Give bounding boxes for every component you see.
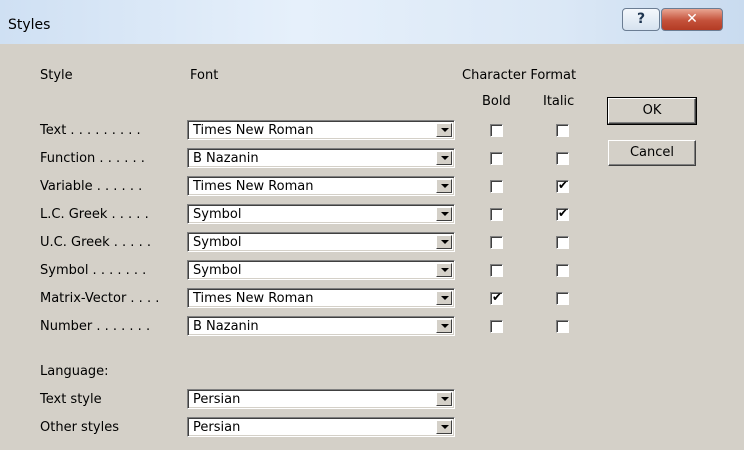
font-value: B Nazanin — [193, 151, 259, 166]
help-button[interactable]: ? — [622, 8, 660, 31]
dropdown-arrow-button[interactable] — [436, 207, 452, 221]
font-dropdown[interactable]: Times New Roman — [187, 288, 455, 308]
italic-checkbox[interactable] — [556, 292, 569, 305]
chevron-down-icon — [441, 268, 449, 272]
font-value: Times New Roman — [193, 291, 314, 306]
dropdown-arrow-button[interactable] — [436, 420, 452, 434]
font-dropdown[interactable]: Times New Roman — [187, 176, 455, 196]
italic-checkbox[interactable]: ✔ — [556, 178, 569, 193]
style-row-label: Number . . . . . . . — [40, 319, 151, 334]
character-format-header: Character Format — [462, 68, 577, 83]
bold-checkbox[interactable] — [490, 236, 503, 249]
italic-checkbox[interactable]: ✔ — [556, 206, 569, 221]
italic-checkbox[interactable] — [556, 124, 569, 137]
window-title: Styles — [8, 17, 51, 33]
dropdown-arrow-button[interactable] — [436, 235, 452, 249]
font-value: Times New Roman — [193, 123, 314, 138]
styles-dialog: Styles ? ✕ Style Font Character Format B… — [0, 0, 744, 450]
bold-checkbox[interactable] — [490, 152, 503, 165]
font-value: B Nazanin — [193, 319, 259, 334]
chevron-down-icon — [441, 212, 449, 216]
dropdown-arrow-button[interactable] — [436, 151, 452, 165]
style-row-label: Variable . . . . . . — [40, 179, 143, 194]
language-heading: Language: — [40, 364, 109, 379]
text-style-dropdown[interactable]: Persian — [187, 389, 455, 409]
chevron-down-icon — [441, 397, 449, 401]
italic-checkbox[interactable] — [556, 320, 569, 333]
font-value: Symbol — [193, 263, 242, 278]
chevron-down-icon — [441, 425, 449, 429]
style-row-label: Symbol . . . . . . . — [40, 263, 147, 278]
checkmark-icon: ✔ — [558, 178, 569, 192]
chevron-down-icon — [441, 156, 449, 160]
bold-checkbox[interactable] — [490, 320, 503, 333]
italic-column-header: Italic — [543, 94, 575, 109]
font-dropdown[interactable]: Symbol — [187, 260, 455, 280]
font-dropdown[interactable]: Times New Roman — [187, 120, 455, 140]
dropdown-arrow-button[interactable] — [436, 392, 452, 406]
style-row-label: U.C. Greek . . . . . — [40, 235, 151, 250]
font-value: Times New Roman — [193, 179, 314, 194]
other-styles-value: Persian — [193, 420, 241, 435]
font-dropdown[interactable]: Symbol — [187, 232, 455, 252]
style-row-label: Function . . . . . . — [40, 151, 145, 166]
style-row-label: Matrix-Vector . . . . — [40, 291, 160, 306]
dialog-body: Style Font Character Format Bold Italic … — [0, 44, 744, 450]
bold-column-header: Bold — [482, 94, 511, 109]
chevron-down-icon — [441, 184, 449, 188]
dropdown-arrow-button[interactable] — [436, 123, 452, 137]
dropdown-arrow-button[interactable] — [436, 179, 452, 193]
bold-checkbox[interactable] — [490, 208, 503, 221]
close-button[interactable]: ✕ — [661, 8, 723, 31]
other-styles-dropdown[interactable]: Persian — [187, 417, 455, 437]
other-styles-label: Other styles — [40, 420, 119, 435]
text-style-label: Text style — [40, 392, 102, 407]
italic-checkbox[interactable] — [556, 236, 569, 249]
dropdown-arrow-button[interactable] — [436, 263, 452, 277]
title-bar[interactable]: Styles ? ✕ — [0, 0, 744, 44]
chevron-down-icon — [441, 240, 449, 244]
dropdown-arrow-button[interactable] — [436, 319, 452, 333]
font-value: Symbol — [193, 207, 242, 222]
style-column-header: Style — [40, 68, 73, 83]
text-style-value: Persian — [193, 392, 241, 407]
bold-checkbox[interactable] — [490, 180, 503, 193]
close-icon: ✕ — [686, 11, 698, 27]
chevron-down-icon — [441, 296, 449, 300]
font-dropdown[interactable]: Symbol — [187, 204, 455, 224]
bold-checkbox[interactable] — [490, 264, 503, 277]
ok-button[interactable]: OK — [607, 97, 697, 125]
style-row-label: L.C. Greek . . . . . — [40, 207, 149, 222]
font-column-header: Font — [190, 68, 219, 83]
bold-checkbox[interactable]: ✔ — [490, 290, 503, 305]
chevron-down-icon — [441, 324, 449, 328]
font-value: Symbol — [193, 235, 242, 250]
bold-checkbox[interactable] — [490, 124, 503, 137]
font-dropdown[interactable]: B Nazanin — [187, 148, 455, 168]
help-icon: ? — [636, 11, 646, 27]
dropdown-arrow-button[interactable] — [436, 291, 452, 305]
italic-checkbox[interactable] — [556, 152, 569, 165]
chevron-down-icon — [441, 128, 449, 132]
cancel-button[interactable]: Cancel — [608, 140, 696, 166]
checkmark-icon: ✔ — [558, 206, 569, 220]
font-dropdown[interactable]: B Nazanin — [187, 316, 455, 336]
checkmark-icon: ✔ — [492, 290, 503, 304]
style-row-label: Text . . . . . . . . . — [40, 123, 141, 138]
italic-checkbox[interactable] — [556, 264, 569, 277]
